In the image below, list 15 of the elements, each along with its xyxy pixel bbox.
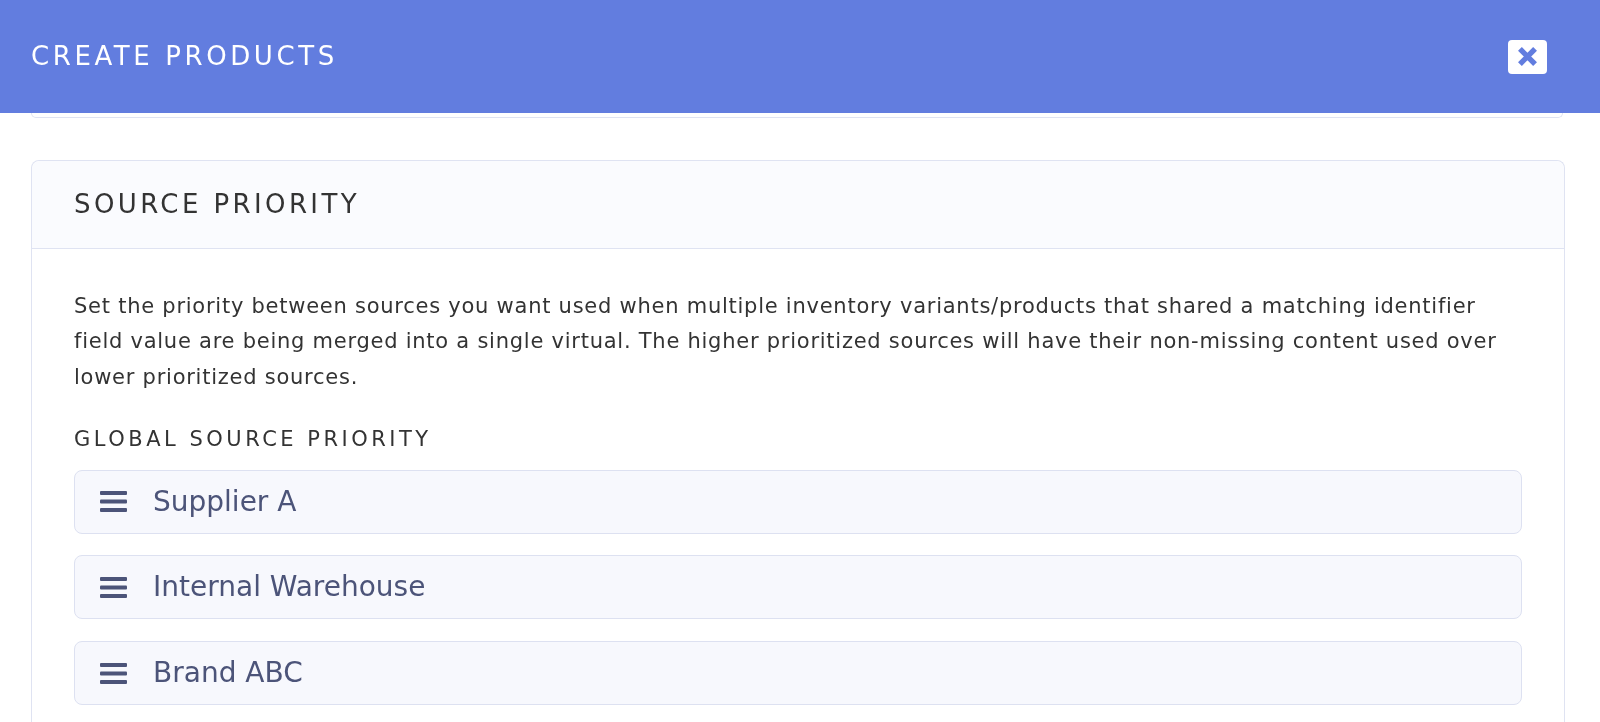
source-name: Internal Warehouse <box>153 569 426 606</box>
source-name: Brand ABC <box>153 655 303 692</box>
close-icon <box>1518 47 1537 66</box>
close-button[interactable] <box>1508 39 1547 74</box>
section-title: SOURCE PRIORITY <box>74 188 360 221</box>
section-description: Set the priority between sources you want used when multiple inventory variants/products that shared a matching identifier field value are being merged into a single virtual. The higher prioritized sources will have their non-missing content used over lower prioritized sources. <box>74 293 1498 391</box>
source-name: Supplier A <box>153 483 297 520</box>
hamburger-icon[interactable] <box>100 576 127 598</box>
source-item[interactable]: Internal Warehouse <box>74 555 1522 620</box>
source-item[interactable]: Brand ABC <box>74 641 1522 706</box>
hamburger-icon[interactable] <box>100 491 127 513</box>
hamburger-icon[interactable] <box>100 662 127 684</box>
list-label: GLOBAL SOURCE PRIORITY <box>74 426 433 454</box>
source-item[interactable]: Supplier A <box>74 469 1522 534</box>
dialog-title: CREATE PRODUCTS <box>31 40 338 73</box>
